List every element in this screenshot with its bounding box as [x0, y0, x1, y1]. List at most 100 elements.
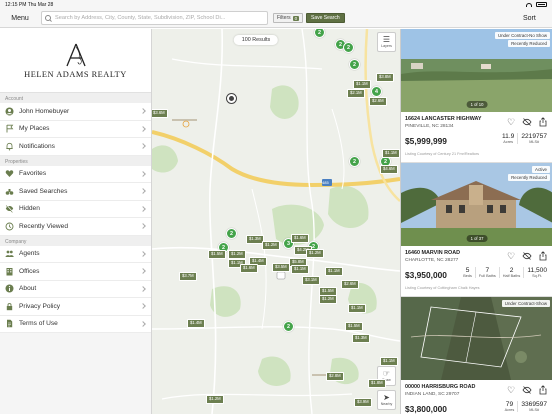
map-cluster[interactable]: 4	[371, 86, 382, 97]
map-price-pin[interactable]: $1.1M	[348, 304, 366, 313]
hide-eye-icon[interactable]	[522, 385, 532, 395]
sidebar-item-recently-viewed[interactable]: Recently Viewed	[0, 218, 151, 236]
listings-panel: Under Contract-No Show Recently Reduced …	[400, 29, 552, 414]
sidebar-item-about[interactable]: About	[0, 280, 151, 298]
search-input[interactable]	[55, 15, 265, 21]
map-view[interactable]: 485 100 Results ☰ Layers ☞ Draw ➤ Nearby…	[152, 29, 400, 414]
map-price-pin[interactable]: $3.8M	[376, 73, 394, 82]
map-price-pin[interactable]: $1.2M	[206, 395, 224, 404]
map-price-pin[interactable]: $1.2M	[228, 250, 246, 259]
favorite-heart-icon[interactable]: ♡	[506, 385, 516, 395]
sidebar-item-label: Saved Searches	[19, 187, 68, 195]
sidebar-item-saved-searches[interactable]: Saved Searches	[0, 183, 151, 201]
map-price-pin[interactable]: $1.5M	[208, 250, 226, 259]
section-properties: Properties	[0, 155, 151, 166]
map-price-pin[interactable]: $2.8M	[326, 372, 344, 381]
listing-courtesy: Listing Courtesy of Cottingham Chalk Hay…	[405, 286, 480, 290]
top-nav: Menu Filters 0 Save Search Sort	[0, 9, 552, 28]
sidebar-item-notifications[interactable]: Notifications	[0, 138, 151, 156]
status-bar: 12:15 PM Thu Mar 28	[0, 0, 552, 9]
document-icon	[5, 319, 14, 328]
map-cluster[interactable]: 2	[349, 59, 360, 70]
sidebar-item-offices[interactable]: Offices	[0, 263, 151, 281]
share-icon[interactable]	[538, 117, 548, 127]
nearby-button[interactable]: ➤ Nearby	[377, 390, 396, 410]
listing-city: PINEVILLE, NC 28134	[405, 124, 454, 129]
map-price-pin[interactable]: $2.6M	[369, 97, 387, 106]
map-price-pin[interactable]: $1.1M	[291, 265, 309, 274]
sidebar-item-hidden[interactable]: Hidden	[0, 200, 151, 218]
map-price-pin[interactable]: $2.1M	[347, 89, 365, 98]
listing-card[interactable]: Active Recently Reduced 1 of 37 16460 MA…	[401, 163, 552, 297]
map-price-pin[interactable]: $1.2M	[306, 249, 324, 258]
sidebar-item-agents[interactable]: Agents	[0, 245, 151, 263]
sidebar-item-privacy-policy[interactable]: Privacy Policy	[0, 298, 151, 316]
save-search-button[interactable]: Save Search	[306, 13, 345, 23]
sidebar-item-label: Hidden	[19, 205, 40, 213]
map-price-pin[interactable]: $1.2M	[319, 295, 337, 304]
sidebar-item-my-places[interactable]: My Places	[0, 120, 151, 138]
hide-eye-icon[interactable]	[522, 117, 532, 127]
map-price-pin[interactable]: $1.1M	[353, 80, 371, 89]
status-time: 12:15 PM Thu Mar 28	[5, 1, 54, 8]
status-badge: Recently Reduced	[508, 174, 550, 181]
listing-stats: 11.9 Acres 2219757 MLS#	[499, 133, 550, 144]
map-price-pin[interactable]: $1.5M	[345, 322, 363, 331]
map-price-pin[interactable]: $1.1M	[325, 267, 343, 276]
sidebar-item-john-homebuyer[interactable]: John Homebuyer	[0, 103, 151, 121]
map-price-pin[interactable]: $4.6M	[380, 165, 398, 174]
heart-icon	[5, 169, 14, 178]
map-price-pin[interactable]: $1.3M	[246, 235, 264, 244]
listing-photo-image	[401, 297, 552, 380]
sidebar-item-favorites[interactable]: Favorites	[0, 165, 151, 183]
lock-icon	[5, 302, 14, 311]
map-price-pin[interactable]: $1.2M	[262, 241, 280, 250]
listing-card[interactable]: Under Contract-No Show Recently Reduced …	[401, 29, 552, 163]
map-price-pin[interactable]: $1.3M	[352, 334, 370, 343]
map-price-pin[interactable]: $3.1M	[302, 276, 320, 285]
favorite-heart-icon[interactable]: ♡	[506, 117, 516, 127]
map-price-pin[interactable]: $1.8M	[368, 379, 386, 388]
map-price-pin[interactable]: $1.4M	[187, 319, 205, 328]
map-price-pin[interactable]: $3.7M	[179, 272, 197, 281]
chevron-right-icon	[140, 303, 146, 309]
chevron-right-icon	[140, 268, 146, 274]
map-price-pin[interactable]: $1.1M	[382, 149, 400, 158]
search-bar[interactable]	[41, 11, 268, 25]
map-price-pin[interactable]: $3.9M	[354, 398, 372, 407]
map-price-pin[interactable]: $1.1M	[380, 357, 398, 366]
sidebar-item-label: Terms of Use	[19, 320, 58, 328]
flag-icon	[5, 124, 14, 133]
map-price-pin[interactable]: $2.6M	[341, 280, 359, 289]
favorite-heart-icon[interactable]: ♡	[506, 251, 516, 261]
stat-acres: 79 Acres	[504, 401, 515, 412]
sidebar-item-label: About	[19, 285, 37, 293]
filters-button[interactable]: Filters 0	[273, 13, 304, 23]
map-price-pin[interactable]: $1.6M	[291, 234, 309, 243]
map-price-pin[interactable]: $3.5M	[272, 263, 290, 272]
stat-beds: 5 Beds	[463, 267, 472, 278]
menu-button[interactable]: Menu	[0, 15, 40, 22]
map-price-pin[interactable]: $3.6M	[152, 109, 168, 118]
listing-photo[interactable]: Under Contract-No Show Recently Reduced …	[401, 29, 552, 112]
photo-counter: 1 of 10	[466, 101, 488, 108]
sort-button[interactable]: Sort	[523, 15, 536, 22]
current-location-marker[interactable]	[227, 94, 236, 103]
listing-photo[interactable]: Under Contract-Show	[401, 297, 552, 380]
map-cluster[interactable]: 2	[343, 42, 354, 53]
listing-price: $3,950,000	[405, 270, 447, 280]
wifi-icon	[526, 2, 532, 7]
share-icon[interactable]	[538, 385, 548, 395]
sidebar-item-terms-of-use[interactable]: Terms of Use	[0, 315, 151, 333]
hide-eye-icon[interactable]	[522, 251, 532, 261]
layers-button[interactable]: ☰ Layers	[377, 32, 396, 52]
map-cluster[interactable]: 2	[283, 321, 294, 332]
listing-card[interactable]: Under Contract-Show 00000 HARRISBURG ROA…	[401, 297, 552, 414]
map-price-pin[interactable]: $1.6M	[240, 264, 258, 273]
stat-full-baths: 7 Full Baths	[474, 267, 499, 278]
sidebar-item-label: Agents	[19, 250, 40, 258]
listing-photo[interactable]: Active Recently Reduced 1 of 37	[401, 163, 552, 246]
map-cluster[interactable]: 2	[349, 156, 360, 167]
share-icon[interactable]	[538, 251, 548, 261]
map-cluster[interactable]: 2	[226, 228, 237, 239]
